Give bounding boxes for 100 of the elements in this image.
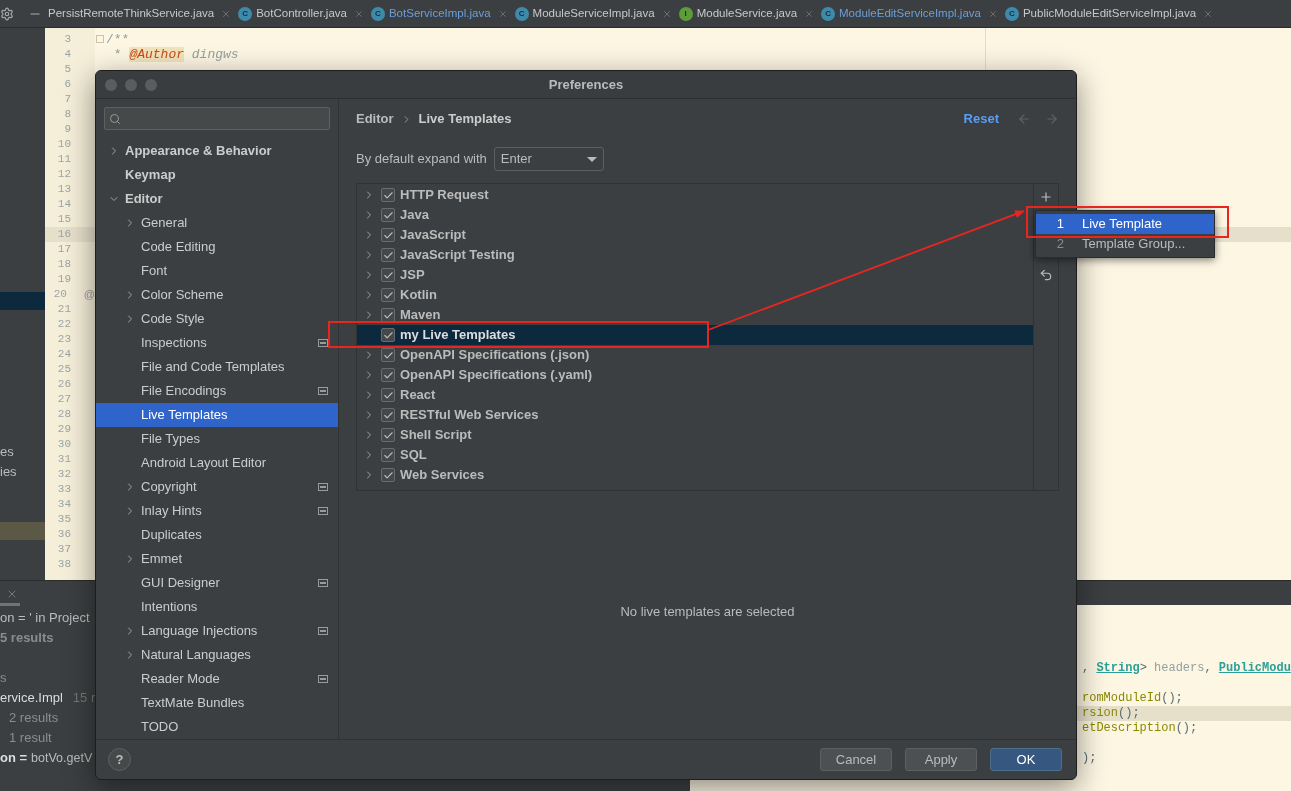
template-group-row[interactable]: JavaScript Testing <box>357 245 1033 265</box>
editor-tab[interactable]: C ModuleEditServiceImpl.java <box>819 0 1000 27</box>
close-icon[interactable] <box>353 8 364 19</box>
settings-tree-item[interactable]: GUI Designer <box>96 571 338 595</box>
editor-tab[interactable]: C ModuleServiceImpl.java <box>512 0 674 27</box>
breadcrumb-item[interactable]: Editor <box>356 109 394 129</box>
code-line: * @Author dingws <box>112 47 239 62</box>
checkbox[interactable] <box>381 248 395 262</box>
find-result-line[interactable]: on = ' in Project <box>0 608 90 628</box>
settings-tree-item[interactable]: Natural Languages <box>96 643 338 667</box>
checkbox[interactable] <box>381 308 395 322</box>
line-number: 10 <box>56 137 71 153</box>
checkbox[interactable] <box>381 268 395 282</box>
template-group-row[interactable]: HTTP Request <box>357 185 1033 205</box>
dialog-button[interactable]: Cancel <box>820 748 892 771</box>
checkbox[interactable] <box>381 468 395 482</box>
checkmark-icon <box>382 389 394 401</box>
close-icon[interactable] <box>804 8 815 19</box>
close-icon[interactable] <box>661 8 672 19</box>
template-group-row[interactable]: Java <box>357 205 1033 225</box>
search-icon <box>109 112 121 125</box>
settings-tree-item[interactable]: Code Style <box>96 307 338 331</box>
template-group-row[interactable]: JavaScript <box>357 225 1033 245</box>
project-item[interactable]: ies <box>0 462 45 482</box>
settings-tree-item[interactable]: TextMate Bundles <box>96 691 338 715</box>
settings-tree-item[interactable]: Color Scheme <box>96 283 338 307</box>
settings-tree-item[interactable]: File and Code Templates <box>96 355 338 379</box>
dialog-button[interactable]: OK <box>990 748 1062 771</box>
menu-item[interactable]: 1 Live Template <box>1036 214 1214 234</box>
checkbox[interactable] <box>381 388 395 402</box>
line-number: 9 <box>63 122 71 138</box>
settings-tree-item[interactable]: File Encodings <box>96 379 338 403</box>
settings-tree-item[interactable]: Font <box>96 259 338 283</box>
template-group-row[interactable]: my Live Templates <box>357 325 1033 345</box>
editor-tab[interactable]: C PublicModuleEditServiceImpl.java <box>1002 0 1216 27</box>
close-icon[interactable] <box>987 8 998 19</box>
settings-tree-item[interactable]: Reader Mode <box>96 667 338 691</box>
window-control-icon[interactable] <box>105 78 117 91</box>
checkbox[interactable] <box>381 328 395 342</box>
template-group-row[interactable]: JSP <box>357 265 1033 285</box>
settings-tree-item[interactable]: Inlay Hints <box>96 499 338 523</box>
close-icon[interactable] <box>221 8 232 19</box>
settings-tree-item[interactable]: Appearance & Behavior <box>96 139 338 163</box>
checkbox[interactable] <box>381 368 395 382</box>
settings-tree-item[interactable]: Emmet <box>96 547 338 571</box>
project-item[interactable]: es <box>0 442 45 462</box>
close-icon[interactable] <box>6 588 18 600</box>
settings-tree-item[interactable]: File Types <box>96 427 338 451</box>
settings-tree-item[interactable]: Duplicates <box>96 523 338 547</box>
close-icon[interactable] <box>1203 8 1214 19</box>
find-result-line[interactable]: on = <box>0 748 28 768</box>
settings-tree-item[interactable]: General <box>96 211 338 235</box>
template-group-row[interactable]: Maven <box>357 305 1033 325</box>
checkbox[interactable] <box>381 228 395 242</box>
template-group-row[interactable]: SQL <box>357 445 1033 465</box>
checkmark-icon <box>382 369 394 381</box>
checkbox[interactable] <box>381 188 395 202</box>
dialog-button[interactable]: Apply <box>905 748 977 771</box>
window-control-icon[interactable] <box>125 78 137 91</box>
checkbox[interactable] <box>381 428 395 442</box>
settings-tree-item[interactable]: TODO <box>96 715 338 739</box>
template-group-row[interactable]: Kotlin <box>357 285 1033 305</box>
menu-item[interactable]: 2 Template Group... <box>1036 234 1214 254</box>
checkbox[interactable] <box>381 208 395 222</box>
undo-icon[interactable] <box>1039 268 1053 282</box>
editor-tab[interactable]: I ModuleService.java <box>676 0 817 27</box>
line-number: 20 <box>52 287 67 303</box>
settings-tree-item[interactable]: Editor <box>96 187 338 211</box>
settings-tree-item[interactable]: Intentions <box>96 595 338 619</box>
expand-key-dropdown[interactable]: Enter <box>493 147 604 171</box>
settings-tree-item[interactable]: Android Layout Editor <box>96 451 338 475</box>
checkbox[interactable] <box>381 408 395 422</box>
template-group-row[interactable]: OpenAPI Specifications (.json) <box>357 345 1033 365</box>
checkbox[interactable] <box>381 288 395 302</box>
settings-tree-item[interactable]: Code Editing <box>96 235 338 259</box>
template-group-row[interactable]: OpenAPI Specifications (.yaml) <box>357 365 1033 385</box>
settings-icon[interactable] <box>0 6 14 21</box>
help-button[interactable]: ? <box>108 748 131 771</box>
checkbox[interactable] <box>381 348 395 362</box>
search-field[interactable] <box>104 107 330 130</box>
settings-tree-item[interactable]: Live Templates <box>96 403 338 427</box>
settings-tree-item[interactable]: Copyright <box>96 475 338 499</box>
settings-tree-item[interactable]: Language Injections <box>96 619 338 643</box>
reset-link[interactable]: Reset <box>963 109 999 129</box>
window-control-icon[interactable] <box>145 78 157 91</box>
add-icon[interactable] <box>1039 190 1053 204</box>
fold-marker-icon[interactable] <box>96 35 104 43</box>
close-icon[interactable] <box>497 8 508 19</box>
code-line: /** <box>106 32 130 47</box>
editor-tab[interactable]: PersistRemoteThinkService.java <box>46 0 234 27</box>
template-group-row[interactable]: RESTful Web Services <box>357 405 1033 425</box>
settings-tree-item[interactable]: Keymap <box>96 163 338 187</box>
template-group-row[interactable]: Shell Script <box>357 425 1033 445</box>
checkbox[interactable] <box>381 448 395 462</box>
editor-tab[interactable]: C BotController.java <box>236 0 366 27</box>
template-group-row[interactable]: React <box>357 385 1033 405</box>
editor-tab[interactable]: C BotServiceImpl.java <box>368 0 510 27</box>
template-group-row[interactable]: Web Services <box>357 465 1033 485</box>
settings-tree-item[interactable]: Inspections <box>96 331 338 355</box>
find-result-line[interactable]: ervice.Impl <box>0 688 63 708</box>
